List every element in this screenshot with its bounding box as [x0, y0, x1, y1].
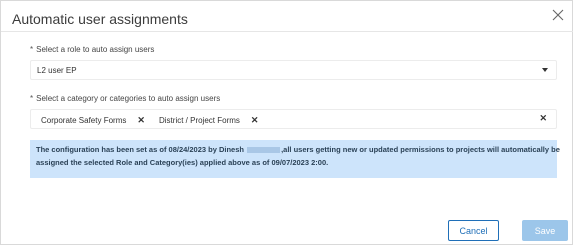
- required-mark: *: [30, 45, 34, 54]
- role-label-text: Select a role to auto assign users: [36, 45, 155, 54]
- save-button[interactable]: Save: [522, 220, 568, 241]
- category-chip: Corporate Safety Forms ✕: [41, 113, 145, 127]
- category-label-text: Select a category or categories to auto …: [36, 94, 221, 103]
- chip-remove-icon[interactable]: ✕: [251, 115, 259, 126]
- chip-label: District / Project Forms: [159, 115, 240, 125]
- caret-down-icon[interactable]: [542, 68, 548, 72]
- dialog-title: Automatic user assignments: [12, 11, 188, 27]
- auto-assign-dialog: Automatic user assignments * Select a rol…: [0, 0, 573, 245]
- role-label: * Select a role to auto assign users: [30, 45, 154, 54]
- info-line-2: assigned the selected Role and Category(…: [36, 158, 329, 167]
- clear-all-icon[interactable]: ✕: [539, 113, 547, 124]
- role-select[interactable]: L2 user EP: [30, 60, 557, 80]
- header-divider: [1, 31, 573, 32]
- required-mark: *: [30, 94, 34, 103]
- chip-remove-icon[interactable]: ✕: [137, 115, 145, 126]
- category-label: * Select a category or categories to auto…: [30, 94, 220, 103]
- info-line-1-suffix: ,all users getting new or updated permis…: [281, 145, 560, 154]
- redacted-name: [247, 147, 281, 154]
- category-multiselect[interactable]: Corporate Safety Forms ✕ District / Proj…: [30, 109, 557, 129]
- cancel-button[interactable]: Cancel: [448, 220, 499, 241]
- info-banner: The configuration has been set as of 08/…: [30, 140, 560, 178]
- close-icon[interactable]: [550, 7, 566, 23]
- category-chip: District / Project Forms ✕: [159, 113, 258, 127]
- role-selected-value: L2 user EP: [37, 66, 77, 75]
- info-line-1: The configuration has been set as of 08/…: [36, 145, 560, 154]
- chip-label: Corporate Safety Forms: [41, 115, 127, 125]
- info-line-1-prefix: The configuration has been set as of 08/…: [36, 145, 244, 154]
